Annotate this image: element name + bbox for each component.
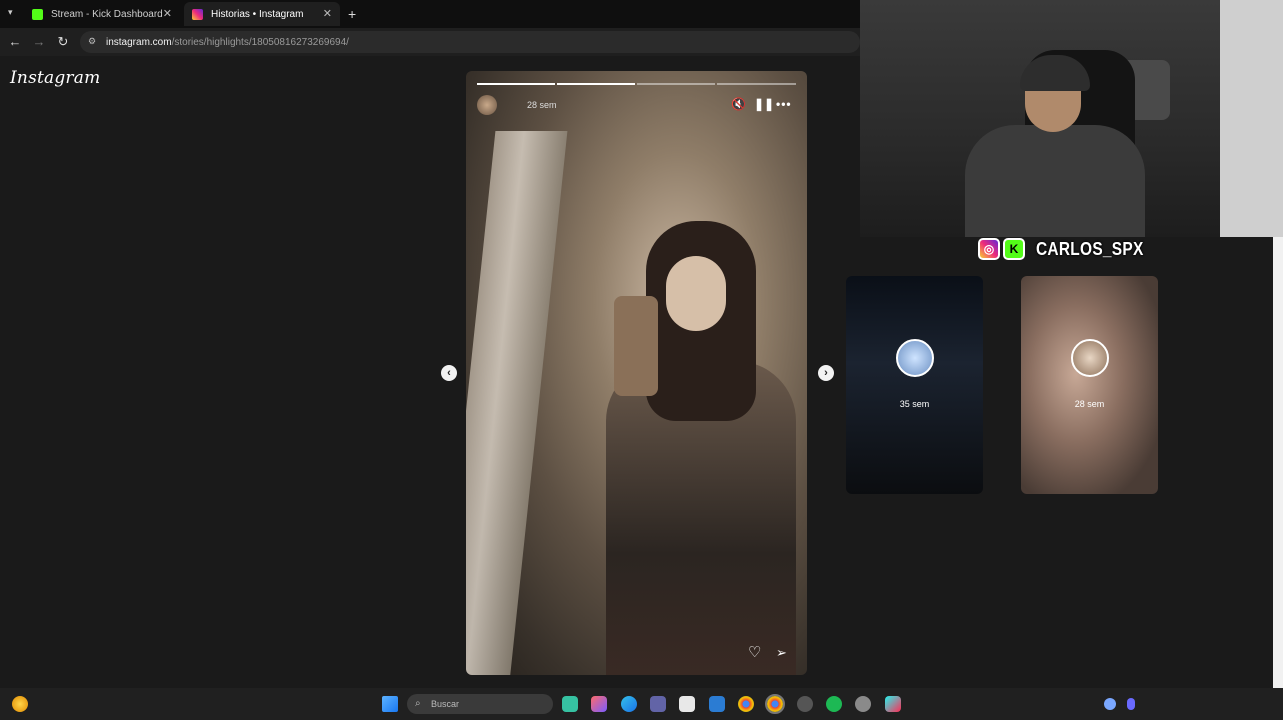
taskbar-search[interactable]: ⌕ Buscar <box>407 694 553 714</box>
story-timestamp: 28 sem <box>527 100 557 110</box>
previous-story-arrow-icon[interactable]: ‹ <box>441 365 457 381</box>
copilot-icon[interactable] <box>591 696 607 712</box>
instagram-icon: ◎ <box>978 238 1000 260</box>
story-preview-avatar <box>1070 339 1109 377</box>
weather-icon[interactable] <box>12 696 28 712</box>
pause-icon[interactable]: ❚❚ <box>754 97 774 111</box>
teams-icon[interactable] <box>650 696 666 712</box>
obs-icon[interactable] <box>797 696 813 712</box>
new-tab-plus-icon[interactable]: + <box>348 6 356 22</box>
page-scrollbar[interactable] <box>1273 237 1283 688</box>
adjacent-stories-pane: 35 sem 28 sem <box>846 237 1273 688</box>
more-options-icon[interactable]: ••• <box>776 97 792 111</box>
url-path: /stories/highlights/18050816273269694/ <box>171 36 349 48</box>
webcam-streamer-shirt <box>965 125 1145 237</box>
story-author-avatar[interactable] <box>477 95 497 115</box>
story-progress-segment <box>637 83 715 85</box>
tiktok-icon[interactable] <box>885 696 901 712</box>
browser-toolbar: ← → ↻ ⚙ instagram.com/stories/highlights… <box>0 28 860 56</box>
like-heart-icon[interactable]: ♡ <box>748 643 761 661</box>
tab-title: Historias • Instagram <box>211 8 304 20</box>
instagram-page: Instagram 28 sem 🔇 ❚❚ ••• ♡ ➢ ‹ › <box>0 56 860 688</box>
instagram-logo[interactable]: Instagram <box>10 68 100 88</box>
file-explorer-icon[interactable] <box>679 696 695 712</box>
story-preview[interactable]: 35 sem <box>846 276 983 494</box>
mute-icon[interactable]: 🔇 <box>731 97 746 111</box>
search-icon: ⌕ <box>415 698 421 709</box>
address-bar[interactable]: ⚙ instagram.com/stories/highlights/18050… <box>80 31 860 53</box>
story-image-phone <box>614 296 658 396</box>
settings-gear-icon[interactable] <box>855 696 871 712</box>
back-arrow-icon[interactable]: ← <box>7 34 23 49</box>
story-image-door <box>466 131 568 675</box>
story-preview-time: 28 sem <box>1074 399 1105 409</box>
next-story-arrow-icon[interactable]: › <box>818 365 834 381</box>
story-image-face <box>666 256 726 331</box>
windows-taskbar: ⌕ Buscar <box>0 688 1283 720</box>
search-placeholder: Buscar <box>431 699 460 709</box>
forward-arrow-icon[interactable]: → <box>31 34 47 49</box>
instagram-icon <box>192 8 203 20</box>
edge-icon[interactable] <box>621 696 637 712</box>
url-host: instagram.com <box>106 36 172 48</box>
browser-tab-strip: ▾ Stream - Kick Dashboard ✕ Historias • … <box>0 0 860 28</box>
streamer-name: CARLOS_SPX <box>1036 238 1144 259</box>
story-progress-segment <box>477 83 555 85</box>
tray-mic-icon[interactable] <box>1127 698 1135 710</box>
share-send-icon[interactable]: ➢ <box>776 645 787 661</box>
tab-kick-dashboard[interactable]: Stream - Kick Dashboard ✕ <box>24 2 180 26</box>
story-progress-segment <box>557 83 635 85</box>
webcam-background-wall <box>1220 0 1283 237</box>
close-tab-icon[interactable]: ✕ <box>323 7 332 20</box>
tab-instagram-stories[interactable]: Historias • Instagram ✕ <box>184 2 340 26</box>
streamer-webcam <box>860 0 1283 237</box>
chrome-icon[interactable] <box>738 696 754 712</box>
chrome-active-icon[interactable] <box>765 694 785 714</box>
tab-list-chevron-icon[interactable]: ▾ <box>8 7 13 18</box>
mail-icon[interactable] <box>709 696 725 712</box>
spotify-icon[interactable] <box>826 696 842 712</box>
tab-title: Stream - Kick Dashboard <box>51 8 163 20</box>
close-tab-icon[interactable]: ✕ <box>163 7 172 20</box>
kick-icon <box>32 8 43 20</box>
widgets-icon[interactable] <box>562 696 578 712</box>
streamer-tag-overlay: ◎ K CARLOS_SPX <box>978 236 1161 262</box>
tray-cloud-icon[interactable] <box>1104 698 1116 710</box>
reload-icon[interactable]: ↻ <box>55 34 71 50</box>
windows-start-icon[interactable] <box>382 696 398 712</box>
story-preview-avatar <box>895 339 934 377</box>
site-info-icon[interactable]: ⚙ <box>88 36 96 47</box>
story-progress-segment <box>717 83 796 85</box>
kick-icon: K <box>1003 238 1025 260</box>
story-viewer[interactable]: 28 sem 🔇 ❚❚ ••• ♡ ➢ <box>466 71 807 675</box>
story-preview[interactable]: 28 sem <box>1021 276 1158 494</box>
story-preview-time: 35 sem <box>899 399 930 409</box>
